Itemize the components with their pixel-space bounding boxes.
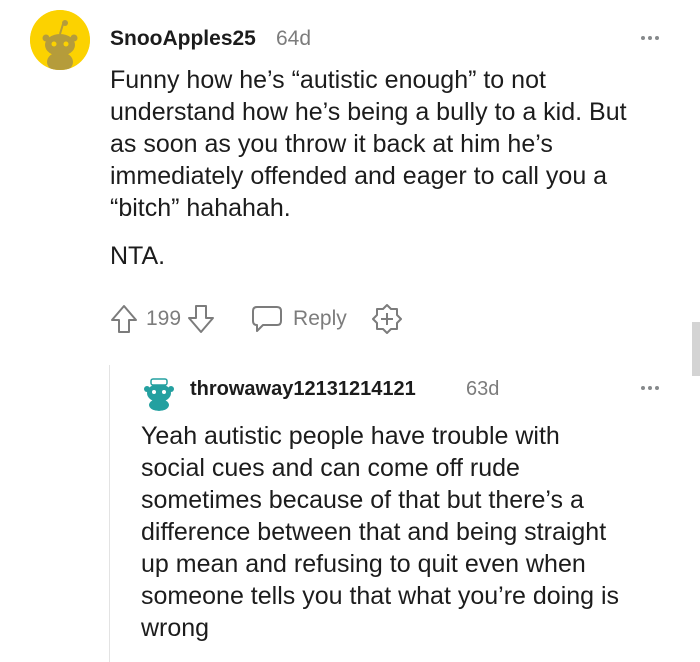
upvote-button[interactable] <box>110 304 138 334</box>
avatar[interactable] <box>30 10 90 70</box>
reply-button[interactable]: Reply <box>251 304 347 334</box>
vote-score: 199 <box>146 307 182 330</box>
body-line: understand how he’s being a bully to a k… <box>110 98 627 126</box>
avatar[interactable] <box>141 375 177 411</box>
downvote-button[interactable] <box>187 304 215 334</box>
body-line: someone tells you that what you’re doing… <box>141 582 620 610</box>
body-line: social cues and can come off rude <box>141 454 520 482</box>
upvote-icon <box>111 305 137 333</box>
body-line: NTA. <box>110 242 166 270</box>
body-line: immediately offended and eager to call y… <box>110 162 608 190</box>
more-icon <box>641 36 645 40</box>
reply-icon <box>252 306 283 332</box>
comment-actions: 199 Reply <box>110 303 403 335</box>
username[interactable]: SnooApples25 <box>110 27 256 51</box>
snoo-avatar-icon <box>30 10 90 70</box>
body-line: Yeah autistic people have trouble with <box>141 422 560 450</box>
scrollbar-thumb[interactable] <box>692 322 700 376</box>
body-line: up mean and refusing to quit even when <box>141 550 586 578</box>
username[interactable]: throwaway12131214121 <box>190 378 416 401</box>
reply-label: Reply <box>293 307 347 330</box>
body-line: Funny how he’s “autistic enough” to not <box>110 66 546 94</box>
thread-line[interactable] <box>109 365 110 662</box>
comment-age: 63d <box>466 378 500 400</box>
award-icon <box>371 304 402 334</box>
give-award-button[interactable] <box>371 303 403 335</box>
comment-body: Yeah autistic people have trouble with s… <box>141 420 619 644</box>
body-line: wrong <box>141 614 210 642</box>
body-line: sometimes because of that but there’s a <box>141 486 584 514</box>
snoo-avatar-icon <box>144 378 174 411</box>
more-options-button[interactable] <box>641 386 659 390</box>
body-line: difference between that and being straig… <box>141 518 607 546</box>
body-line: as soon as you throw it back at him he’s <box>110 130 553 158</box>
body-line: “bitch” hahahah. <box>110 194 291 222</box>
comment-body: Funny how he’s “autistic enough” to not … <box>110 64 627 272</box>
comment-age: 64d <box>276 27 312 50</box>
more-options-button[interactable] <box>641 36 659 40</box>
more-icon <box>641 386 645 390</box>
downvote-icon <box>188 305 215 333</box>
